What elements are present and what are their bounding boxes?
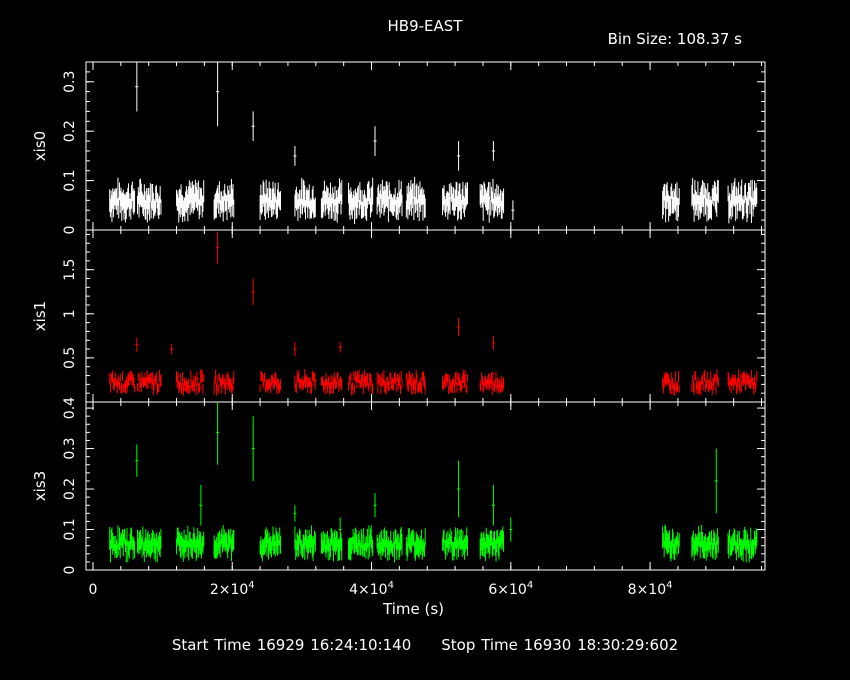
- y-tick-label: 0.3: [62, 437, 78, 459]
- time-range-footer: Start Time 16929 16:24:10:140 Stop Time 1…: [0, 636, 850, 654]
- y-tick-label: 0: [62, 226, 78, 235]
- x-tick-label: 6×104: [488, 580, 533, 598]
- y-tick-label: 0.2: [62, 478, 78, 500]
- panel-frame: [85, 229, 766, 403]
- series-xis0: [109, 62, 758, 225]
- y-tick-label: 1: [62, 309, 78, 318]
- panel-xis0: 0 0.1 0.2 0.3 xis0: [31, 61, 766, 235]
- y-tick-label: 0.3: [62, 71, 78, 93]
- y-tick-label: 0.1: [62, 169, 78, 191]
- x-axis: 0 2×104 4×104 6×104 8×104 Time (s): [89, 580, 673, 618]
- y-tick-label: 0.2: [62, 120, 78, 142]
- bin-size-label: Bin Size: 108.37 s: [607, 30, 742, 48]
- y-axis-label: xis1: [31, 301, 49, 331]
- start-time-label: Start Time 16929 16:24:10:140: [171, 636, 412, 654]
- y-tick-label: 0: [62, 566, 78, 575]
- series-xis1: [109, 231, 758, 396]
- stop-time-label: Stop Time 16930 18:30:29:602: [441, 636, 679, 654]
- y-tick-label: 1.5: [62, 259, 78, 281]
- panel-xis3: 0 0.1 0.2 0.3 0.4 xis3: [31, 397, 766, 575]
- y-tick-label: 0.5: [62, 347, 78, 369]
- x-tick-label: 4×104: [349, 580, 394, 598]
- series-xis3: [109, 402, 758, 563]
- y-axis-label: xis0: [31, 131, 49, 161]
- x-tick-label: 8×104: [628, 580, 673, 598]
- y-axis-label: xis3: [31, 471, 49, 501]
- x-tick-label: 2×104: [210, 580, 255, 598]
- x-axis-label: Time (s): [382, 600, 444, 618]
- y-tick-label: 0.1: [62, 518, 78, 540]
- panels-group: 0 0.1 0.2 0.3 xis0 0.5 1 1.5 xis1 0 0.1 0.2 0.3 0.4 xi…: [31, 61, 766, 575]
- lightcurve-plot: 0 0.1 0.2 0.3 xis0 0.5 1 1.5 xis1 0 0.1 0.2 0.3 0.4 xi…: [31, 61, 766, 618]
- y-tick-label: 0.4: [62, 397, 78, 419]
- x-tick-label: 0: [89, 582, 98, 598]
- panel-xis1: 0.5 1 1.5 xis1: [31, 229, 766, 403]
